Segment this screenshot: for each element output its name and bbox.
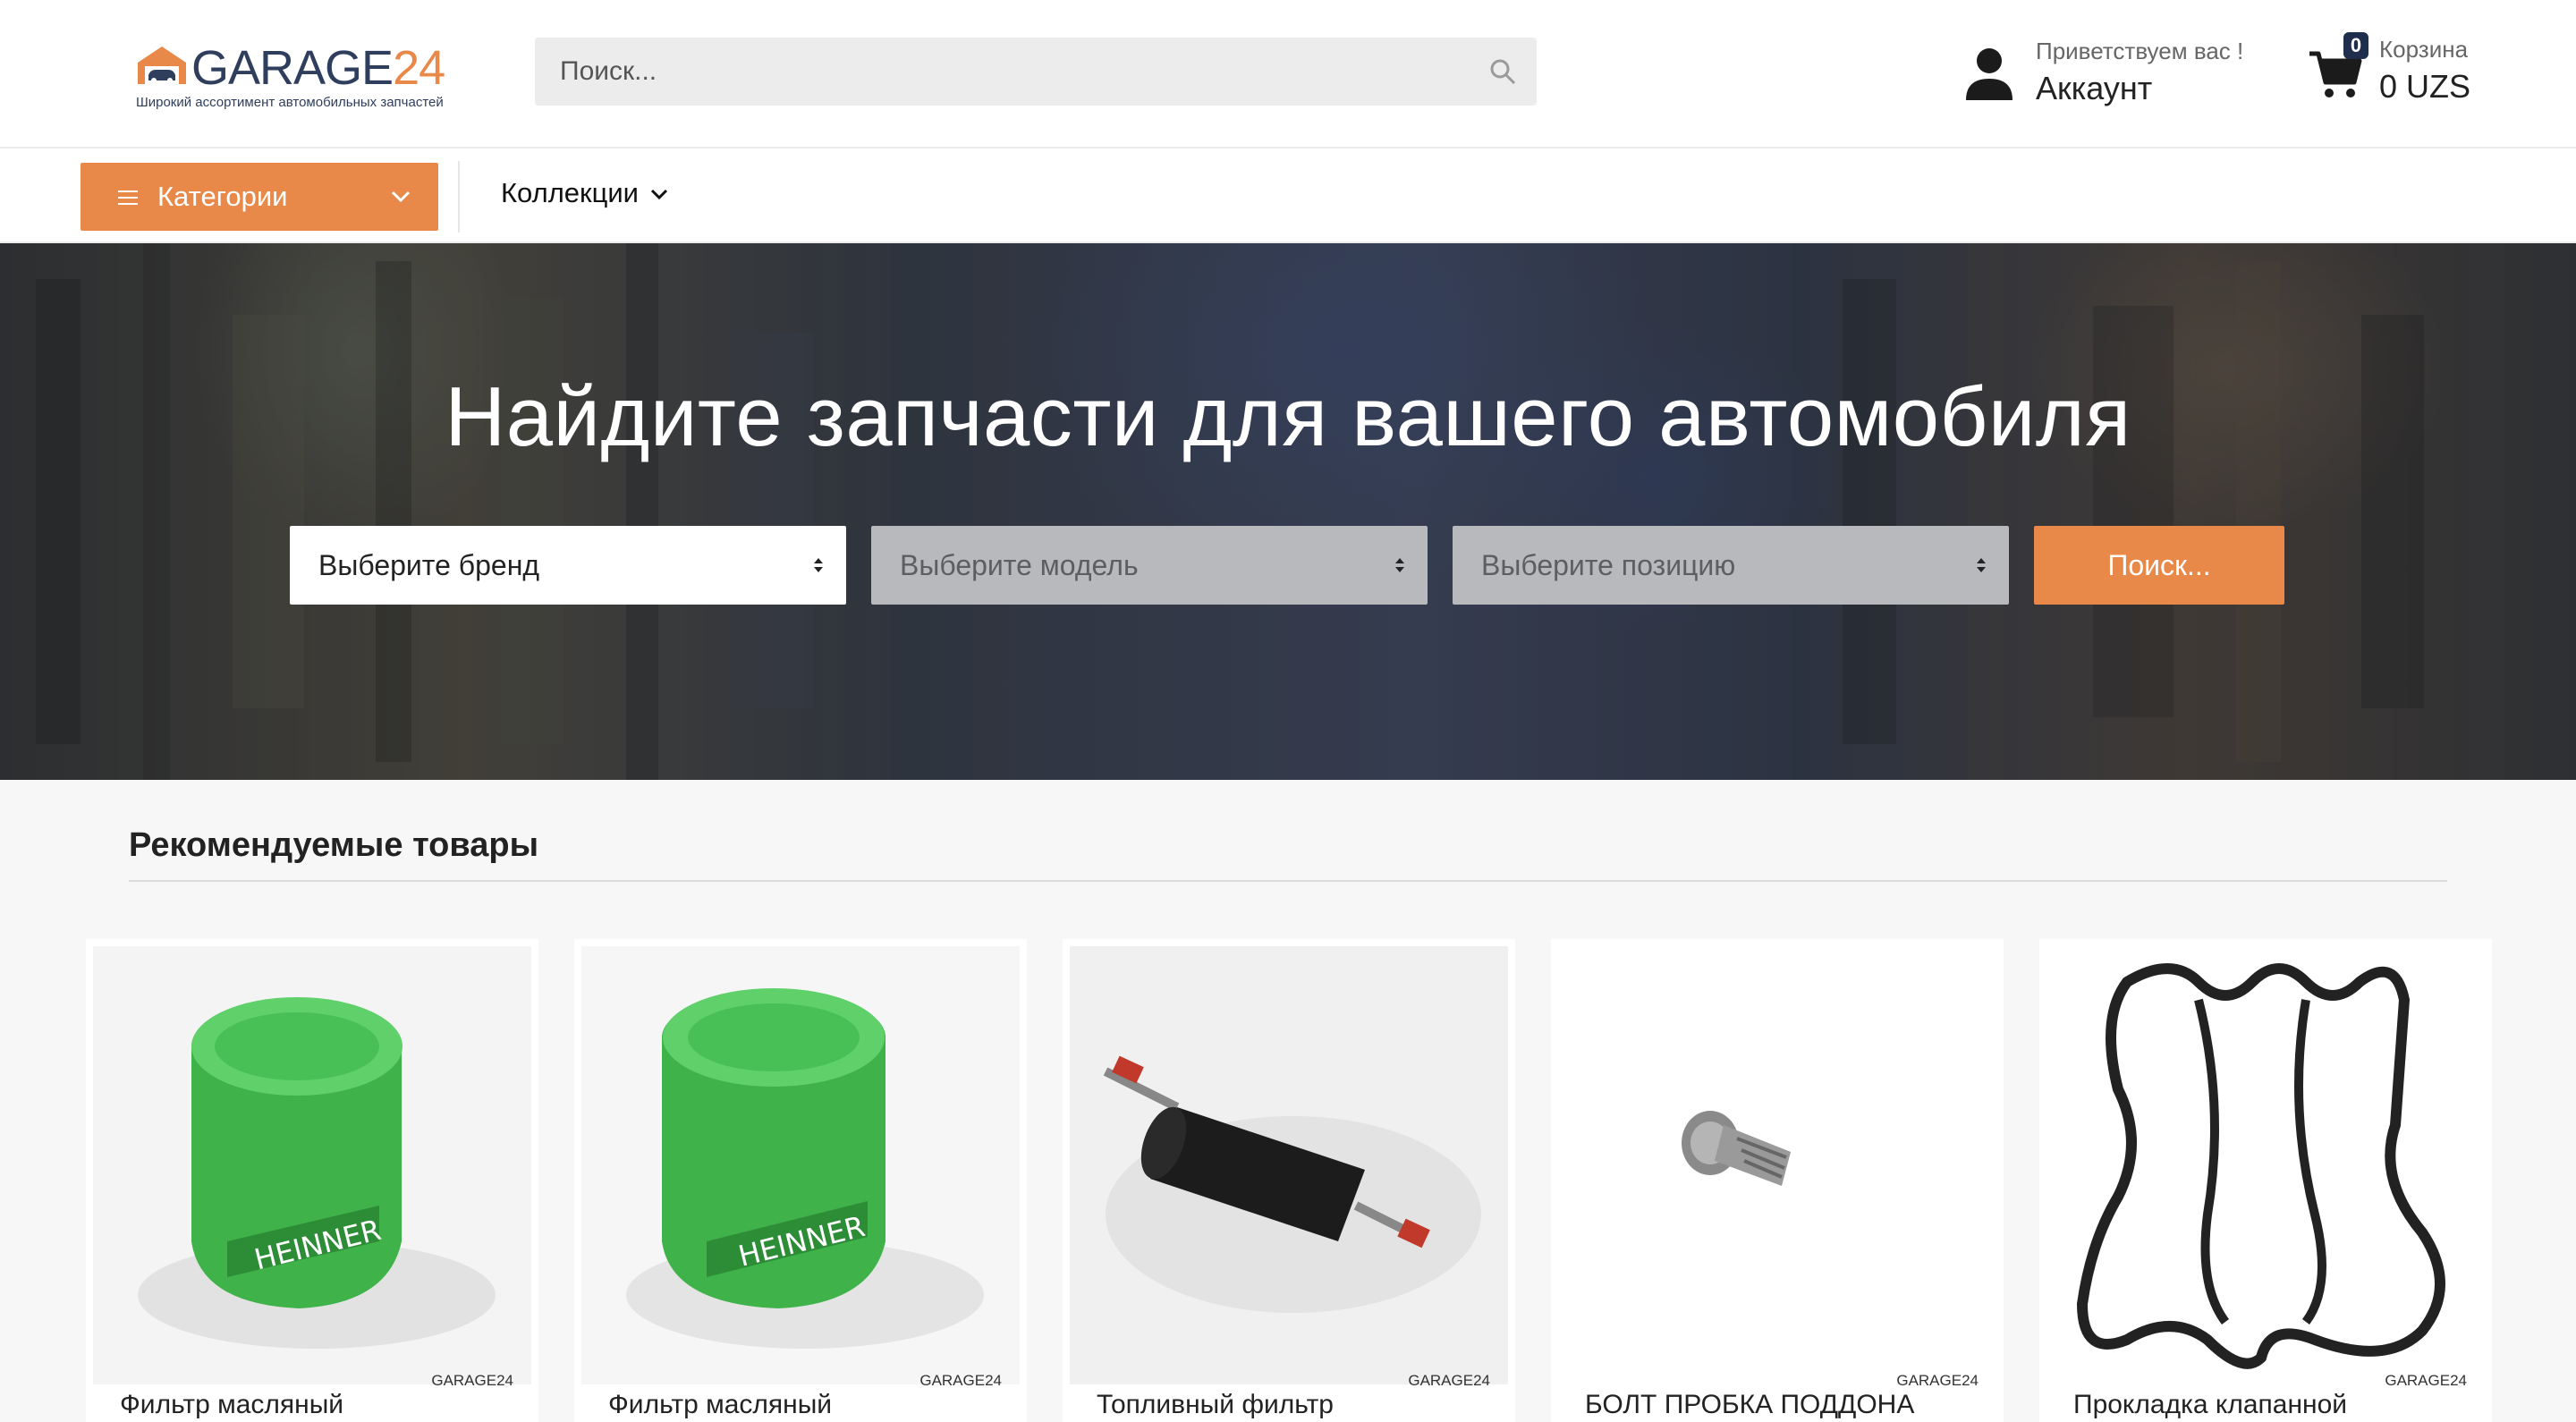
categories-label: Категории xyxy=(157,181,288,212)
position-select[interactable]: Выберите позицию xyxy=(1453,526,2009,605)
product-image xyxy=(1558,946,1996,1384)
cart-label: Корзина xyxy=(2379,36,2469,63)
product-card[interactable]: GARAGE24 Прокладка клапанной xyxy=(2039,939,2492,1422)
hero-banner: Найдите запчасти для вашего автомобиля В… xyxy=(0,243,2576,780)
garage-logo-icon xyxy=(138,47,186,84)
section-title: Рекомендуемые товары xyxy=(129,826,539,864)
product-name[interactable]: Прокладка клапанной xyxy=(2073,1390,2347,1420)
select-arrows-icon xyxy=(814,558,823,572)
cart-count-badge: 0 xyxy=(2343,32,2368,59)
watermark: GARAGE24 xyxy=(1896,1372,1979,1389)
site-header: GARAGE24 Широкий ассортимент автомобильн… xyxy=(0,0,2576,148)
model-select[interactable]: Выберите модель xyxy=(871,526,1428,605)
product-name[interactable]: Фильтр масляный xyxy=(120,1390,343,1420)
main-nav: Категории Коллекции xyxy=(0,148,2576,243)
logo-wordmark: GARAGE24 xyxy=(191,41,445,95)
select-arrows-icon xyxy=(1977,558,1986,572)
part-search-button[interactable]: Поиск... xyxy=(2034,526,2284,605)
model-select-value: Выберите модель xyxy=(900,549,1139,581)
search-icon[interactable] xyxy=(1488,57,1517,86)
watermark: GARAGE24 xyxy=(431,1372,513,1389)
collections-menu[interactable]: Коллекции xyxy=(501,177,639,209)
product-image: HEINNER xyxy=(93,946,531,1384)
position-select-value: Выберите позицию xyxy=(1481,549,1736,581)
brand-select[interactable]: Выберите бренд xyxy=(290,526,846,605)
search-input[interactable] xyxy=(535,38,1465,106)
brand-select-value: Выберите бренд xyxy=(318,549,540,581)
product-card[interactable]: GARAGE24 БОЛТ ПРОБКА ПОДДОНА xyxy=(1551,939,2004,1422)
chevron-down-icon xyxy=(391,190,411,203)
chevron-down-icon[interactable] xyxy=(649,188,669,202)
product-card[interactable]: GARAGE24 Топливный фильтр xyxy=(1063,939,1515,1422)
product-name[interactable]: Фильтр масляный xyxy=(608,1390,832,1420)
watermark: GARAGE24 xyxy=(2385,1372,2467,1389)
cart-total: 0 UZS xyxy=(2379,68,2471,105)
watermark: GARAGE24 xyxy=(1408,1372,1490,1389)
header-search xyxy=(535,38,1537,106)
hero-overlay xyxy=(0,243,2576,780)
hero-title: Найдите запчасти для вашего автомобиля xyxy=(445,369,2131,463)
product-name[interactable]: Топливный фильтр xyxy=(1097,1390,1334,1420)
account-greeting: Приветствуем вас ! xyxy=(2036,38,2244,64)
menu-icon xyxy=(118,190,138,205)
product-image xyxy=(2046,946,2485,1384)
product-image xyxy=(1070,946,1508,1384)
logo-tagline: Широкий ассортимент автомобильных запчас… xyxy=(136,95,444,110)
site-logo[interactable]: GARAGE24 Широкий ассортимент автомобильн… xyxy=(134,39,445,116)
watermark: GARAGE24 xyxy=(919,1372,1002,1389)
nav-divider xyxy=(458,161,460,233)
cart-link[interactable]: 0 Корзина 0 UZS xyxy=(2304,30,2537,116)
categories-button[interactable]: Категории xyxy=(80,163,438,231)
user-icon xyxy=(1966,48,2012,100)
product-image: HEINNER xyxy=(581,946,1020,1384)
section-divider xyxy=(129,880,2447,882)
select-arrows-icon xyxy=(1395,558,1404,572)
account-link[interactable]: Приветствуем вас ! Аккаунт xyxy=(1959,34,2263,114)
product-card[interactable]: HEINNER GARAGE24 Фильтр масляный xyxy=(574,939,1027,1422)
product-name[interactable]: БОЛТ ПРОБКА ПОДДОНА xyxy=(1585,1390,1914,1420)
product-card[interactable]: HEINNER GARAGE24 Фильтр масляный xyxy=(86,939,538,1422)
account-label: Аккаунт xyxy=(2036,70,2153,106)
